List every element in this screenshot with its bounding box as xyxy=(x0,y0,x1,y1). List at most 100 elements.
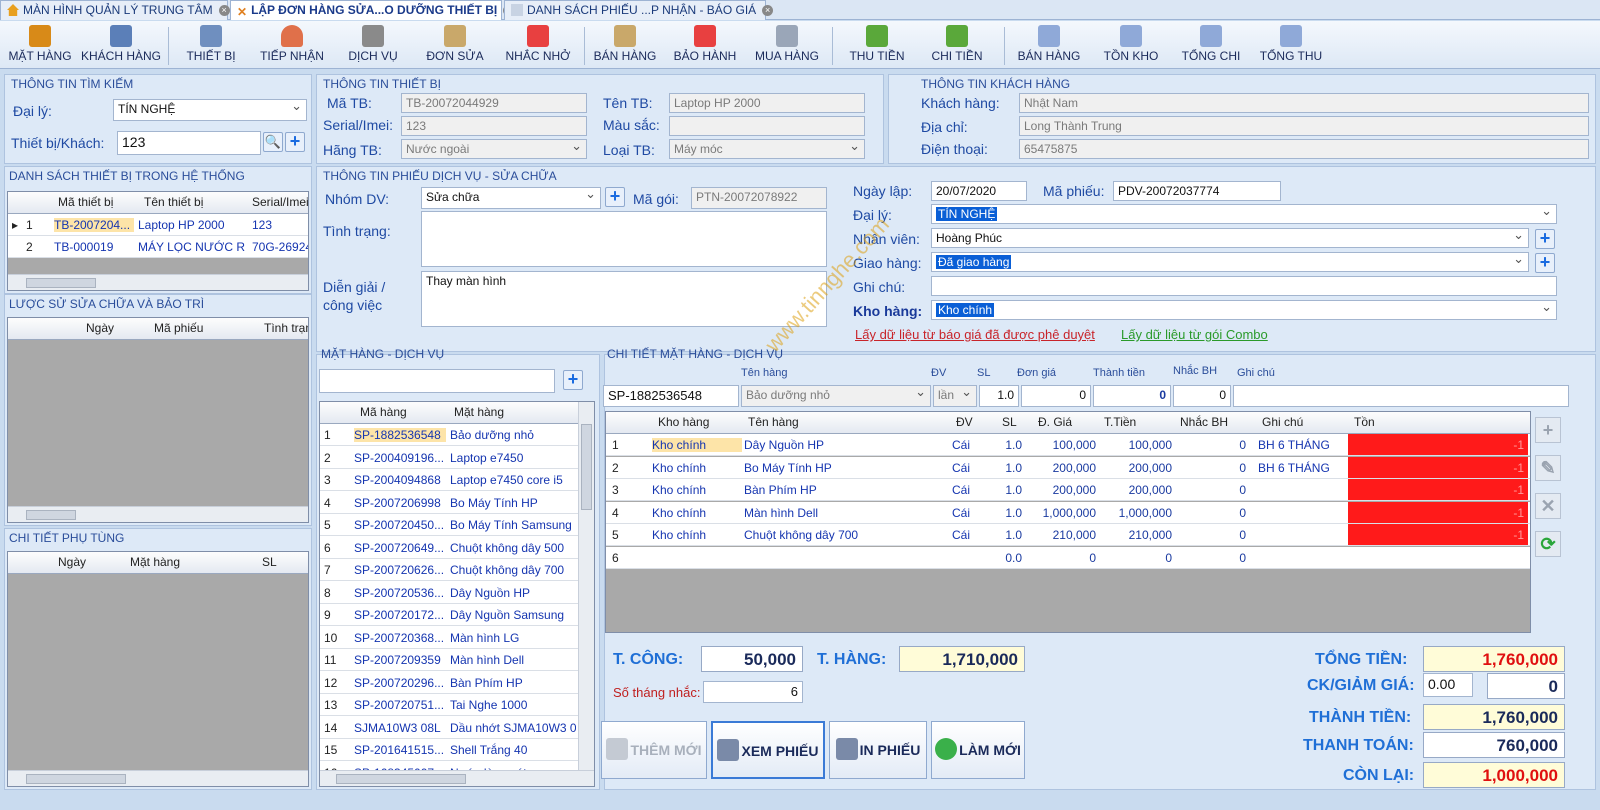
list-item[interactable]: 2 SP-200409196... Laptop e7450 xyxy=(320,446,578,469)
paid-field[interactable]: 760,000 xyxy=(1423,732,1565,758)
table-row[interactable]: 4 Kho chính Màn hình Dell Cái 1.0 1,000,000 1,… xyxy=(606,501,1530,524)
ribbon-button-sales[interactable]: BÁN HÀNG xyxy=(592,25,658,67)
load-from-combo-link[interactable]: Lấy dữ liệu từ gói Combo xyxy=(1121,327,1268,342)
ribbon-button-customers[interactable]: KHÁCH HÀNG xyxy=(80,25,162,67)
table-row[interactable]: 1 Kho chính Dây Nguồn HP Cái 1.0 100,000 100,0… xyxy=(606,434,1530,456)
add-device-button[interactable]: + xyxy=(285,132,305,152)
close-icon[interactable]: × xyxy=(218,5,230,16)
entry-price-field[interactable]: 0 xyxy=(1021,385,1091,407)
discount-percent-spinner[interactable]: 0.00 xyxy=(1423,673,1473,697)
labor-field[interactable]: 50,000 xyxy=(701,646,803,672)
add-row-button[interactable]: + xyxy=(1535,417,1561,443)
view-ticket-button[interactable]: XEM PHIẾU xyxy=(711,721,825,779)
table-row[interactable]: 6 0.0 0 0 0 xyxy=(606,546,1530,569)
entry-unit-select[interactable]: lần xyxy=(933,385,977,407)
ribbon-button-warranty[interactable]: BẢO HÀNH xyxy=(672,25,738,67)
entry-name-select[interactable]: Bảo dưỡng nhỏ xyxy=(741,385,931,407)
ticket-code-field[interactable]: PDV-20072037774 xyxy=(1113,181,1281,201)
customer-name-field[interactable]: Nhật Nam xyxy=(1019,93,1589,113)
ticket-agent-select[interactable]: TÍN NGHỆ xyxy=(931,204,1557,224)
list-item[interactable]: 1 SP-1882536548 Bảo dưỡng nhỏ xyxy=(320,424,578,446)
ribbon-button-income-report[interactable]: TỔNG THU xyxy=(1256,25,1326,67)
ribbon-button-stock-report[interactable]: TỒN KHO xyxy=(1096,25,1166,67)
discount-field[interactable]: 0 xyxy=(1487,673,1565,699)
list-item[interactable]: 8 SP-200720536... Dây Nguồn HP xyxy=(320,581,578,604)
device-code-field[interactable]: TB-20072044929 xyxy=(401,93,587,113)
agent-select[interactable]: TÍN NGHỆ xyxy=(113,99,307,121)
list-item[interactable]: 10 SP-200720368... Màn hình LG xyxy=(320,626,578,649)
ribbon-button-receipts[interactable]: THU TIỀN xyxy=(844,25,910,67)
list-item[interactable]: 7 SP-200720626... Chuột không dây 700 xyxy=(320,559,578,581)
delete-icon[interactable]: ✕ xyxy=(1535,493,1561,519)
entry-warranty-field[interactable]: 0 xyxy=(1173,385,1231,407)
search-icon[interactable]: 🔍 xyxy=(263,132,283,152)
entry-qty-field[interactable]: 1.0 xyxy=(979,385,1019,407)
ribbon-button-payments[interactable]: CHI TIỀN xyxy=(924,25,990,67)
close-icon[interactable]: × xyxy=(762,5,774,16)
table-row[interactable]: 2 Kho chính Bo Máy Tính HP Cái 1.0 200,000 200… xyxy=(606,456,1530,479)
vertical-scrollbar[interactable] xyxy=(578,402,594,770)
address-field[interactable]: Long Thành Trung xyxy=(1019,116,1589,136)
ribbon-button-reception[interactable]: TIẾP NHẬN xyxy=(254,25,330,67)
add-new-button[interactable]: THÊM MỚI xyxy=(601,721,707,779)
horizontal-scrollbar[interactable] xyxy=(8,274,308,290)
horizontal-scrollbar[interactable] xyxy=(8,506,308,522)
list-item[interactable]: 13 SP-200720751... Tai Nghe 1000 xyxy=(320,694,578,716)
print-ticket-button[interactable]: IN PHIẾU xyxy=(829,721,927,779)
add-delivery-button[interactable]: + xyxy=(1535,253,1555,273)
reminder-months-field[interactable]: 6 xyxy=(703,681,803,703)
ribbon-button-services[interactable]: DỊCH VỤ xyxy=(340,25,406,67)
ribbon-button-devices[interactable]: THIẾT BỊ xyxy=(178,25,244,67)
refresh-form-button[interactable]: LÀM MỚI xyxy=(931,721,1025,779)
serial-field[interactable]: 123 xyxy=(401,116,587,136)
horizontal-scrollbar[interactable] xyxy=(8,770,308,786)
list-item[interactable]: 3 SP-2004094868 Laptop e7450 core i5 xyxy=(320,469,578,491)
ribbon-button-products[interactable]: MẶT HÀNG xyxy=(4,25,76,67)
list-item[interactable]: 5 SP-200720450... Bo Máy Tính Samsung xyxy=(320,514,578,536)
table-row[interactable]: 5 Kho chính Chuột không dây 700 Cái 1.0 210,0… xyxy=(606,524,1530,546)
table-row[interactable]: ▸ 1 TB-2007204... Laptop HP 2000 123 xyxy=(8,214,308,236)
list-item[interactable]: 14 SJMA10W3 08L Dầu nhớt SJMA10W3 08L xyxy=(320,716,578,739)
list-item[interactable]: 15 SP-201641515... Shell Trắng 40 xyxy=(320,739,578,761)
add-staff-button[interactable]: + xyxy=(1535,229,1555,249)
table-row[interactable]: 2 TB-000019 MÁY LỌC NƯỚC R... 70G-26924 xyxy=(8,236,308,258)
ribbon-button-expense-report[interactable]: TỔNG CHI xyxy=(1176,25,1246,67)
entry-total-field[interactable]: 0 xyxy=(1093,385,1171,407)
edit-icon[interactable]: ✎ xyxy=(1535,455,1561,481)
horizontal-scrollbar[interactable] xyxy=(320,770,594,786)
delivery-select[interactable]: Đã giao hàng xyxy=(931,252,1529,272)
note-field[interactable] xyxy=(931,276,1557,296)
load-from-quote-link[interactable]: Lấy dữ liệu từ báo giá đã được phê duyệt xyxy=(855,327,1095,342)
add-service-group-button[interactable]: + xyxy=(605,187,625,207)
condition-textarea[interactable] xyxy=(421,211,827,267)
entry-code-field[interactable]: SP-1882536548 xyxy=(603,385,739,407)
ribbon-button-reminders[interactable]: NHẮC NHỞ xyxy=(500,25,576,67)
list-item[interactable]: 12 SP-200720296... Bàn Phím HP xyxy=(320,671,578,694)
package-field[interactable]: PTN-20072078922 xyxy=(691,187,827,209)
add-item-button[interactable]: + xyxy=(563,370,583,390)
phone-field[interactable]: 65475875 xyxy=(1019,139,1589,159)
brand-select[interactable]: Nước ngoài xyxy=(401,139,587,159)
tab-quote-list[interactable]: DANH SÁCH PHIẾU ...P NHẬN - BÁO GIÁ × xyxy=(504,0,774,20)
list-item[interactable]: 9 SP-200720172... Dây Nguồn Samsung xyxy=(320,604,578,626)
list-item[interactable]: 4 SP-2007206998 Bo Máy Tính HP xyxy=(320,491,578,514)
refresh-icon[interactable]: ⟳ xyxy=(1535,531,1561,557)
item-search-input[interactable] xyxy=(319,369,555,393)
list-item[interactable]: 11 SP-2007209359 Màn hình Dell xyxy=(320,649,578,671)
device-type-select[interactable]: Máy móc xyxy=(669,139,865,159)
tab-repair-order[interactable]: ✕LẬP ĐƠN HÀNG SỬA...O DƯỠNG THIẾT BỊ× xyxy=(230,0,515,20)
list-item[interactable]: 6 SP-200720649... Chuột không dây 500 xyxy=(320,536,578,559)
service-group-select[interactable]: Sửa chữa xyxy=(421,187,601,209)
color-field[interactable] xyxy=(669,116,865,136)
ribbon-button-sales-report[interactable]: BÁN HÀNG xyxy=(1014,25,1084,67)
device-name-field[interactable]: Laptop HP 2000 xyxy=(669,93,865,113)
entry-note-field[interactable] xyxy=(1233,385,1569,407)
date-picker[interactable]: 20/07/2020 xyxy=(931,181,1027,201)
tab-main-screen[interactable]: MÀN HÌNH QUẢN LÝ TRUNG TÂM × xyxy=(0,0,230,20)
description-textarea[interactable]: Thay màn hình xyxy=(421,271,827,327)
table-row[interactable]: 3 Kho chính Bàn Phím HP Cái 1.0 200,000 200,00… xyxy=(606,479,1530,501)
staff-select[interactable]: Hoàng Phúc xyxy=(931,228,1529,248)
ribbon-button-repair-orders[interactable]: ĐƠN SỬA xyxy=(420,25,490,67)
warehouse-select[interactable]: Kho chính xyxy=(931,300,1557,320)
ribbon-button-purchase[interactable]: MUA HÀNG xyxy=(752,25,822,67)
